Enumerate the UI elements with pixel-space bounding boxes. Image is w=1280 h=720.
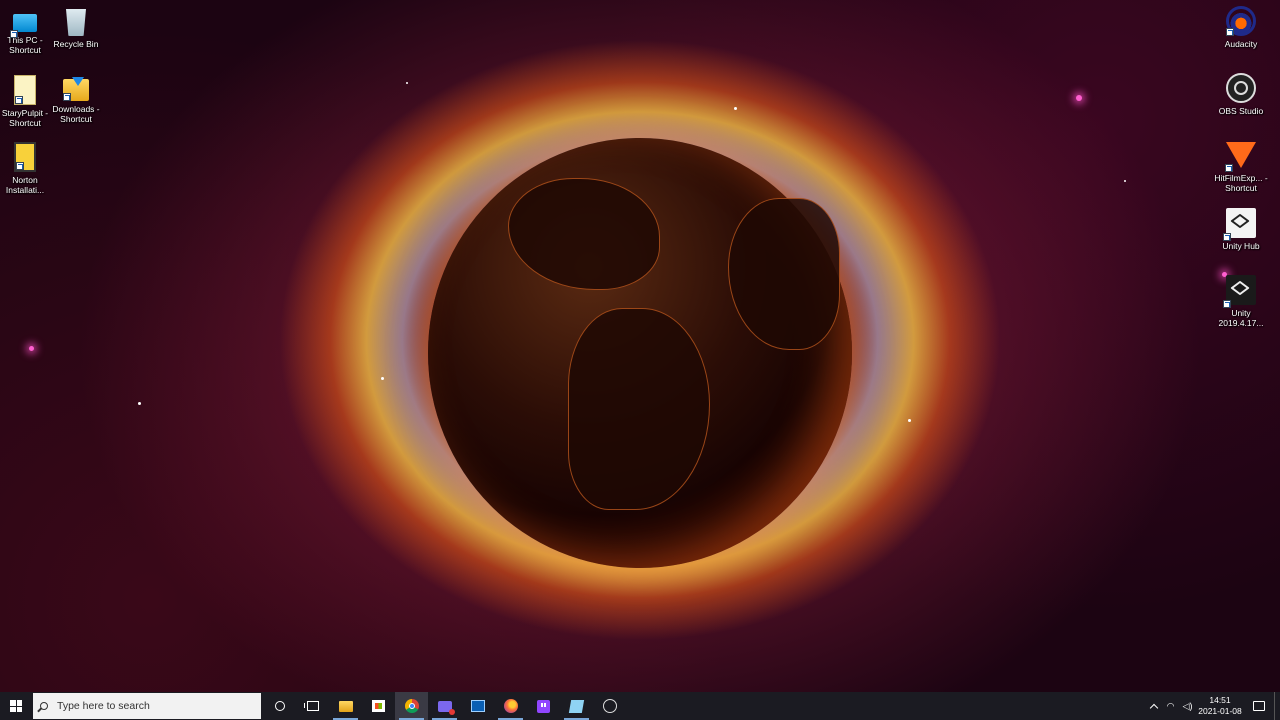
desktop-icon-downloads[interactable]: Downloads - Shortcut [46,73,106,124]
unity-hub-icon [1223,208,1256,241]
taskbar-app-hitfilm[interactable] [560,692,593,720]
windows-logo-icon [10,700,22,712]
recycle-bin-icon [66,9,86,36]
desktop-icon-norton[interactable]: Norton Installati... [0,142,55,195]
obs-icon [602,699,617,713]
shortcut-arrow-icon [1223,300,1231,308]
wallpaper-star [381,377,384,380]
desktop-icon-label: Audacity [1224,39,1258,49]
desktop-icon-label: Unity 2019.4.17... [1218,308,1264,328]
system-tray: ◠ ◁) 14:51 2021-01-08 [1145,692,1280,720]
desktop-icon-label: OBS Studio [1218,106,1264,116]
wallpaper-star [734,107,737,110]
desktop-icon-audacity[interactable]: Audacity [1211,6,1271,49]
desktop-icon-hitfilm[interactable]: HitFilmExp... - Shortcut [1211,140,1271,193]
shortcut-arrow-icon [63,93,71,101]
document-icon [14,75,36,105]
taskbar-app-twitch[interactable] [527,692,560,720]
wallpaper-star [406,82,408,84]
network-button[interactable]: ◠ [1162,692,1179,720]
shortcut-arrow-icon [15,96,23,104]
store-icon [372,700,385,712]
shortcut-arrow-icon [1225,164,1233,172]
shortcut-arrow-icon [1226,28,1234,36]
wallpaper-star [138,402,141,405]
desktop-icon-label: Recycle Bin [53,39,99,49]
taskbar-app-chrome[interactable] [395,692,428,720]
taskbar-app-obs[interactable] [593,692,626,720]
volume-button[interactable]: ◁) [1179,692,1196,720]
cortana-circle-icon [274,701,285,711]
north-america-shape [508,178,660,290]
taskbar-search-box[interactable]: Type here to search [33,693,261,719]
wallpaper-star [29,346,34,351]
desktop-icon-obs[interactable]: OBS Studio [1211,73,1271,116]
audacity-icon [1226,6,1256,36]
firefox-icon [503,699,518,713]
wallpaper-star [1124,180,1126,182]
chevron-up-icon [1149,703,1158,713]
action-center-button[interactable] [1244,692,1274,720]
show-desktop-button[interactable] [1274,692,1280,720]
hitfilm-icon [568,699,585,713]
clock-date: 2021-01-08 [1198,706,1242,716]
taskbar-app-store[interactable] [362,692,395,720]
taskbar: Type here to search ◠ ◁) 14:51 2021-01-0… [0,692,1280,720]
cortana-button[interactable] [263,692,296,720]
taskbar-clock[interactable]: 14:51 2021-01-08 [1196,695,1244,717]
ink-icon [437,700,455,715]
taskbar-app-remote-desktop[interactable] [461,692,494,720]
desktop-wallpaper [0,0,1280,692]
taskbar-app-firefox[interactable] [494,692,527,720]
file-explorer-icon [338,700,353,712]
desktop-icon-recycle-bin[interactable]: Recycle Bin [46,6,106,49]
desktop-icon-label: Unity Hub [1222,241,1260,251]
task-view-button[interactable] [296,692,329,720]
start-button[interactable] [0,692,32,720]
hitfilm-icon [1225,140,1256,172]
obs-icon [1226,73,1256,103]
wifi-icon: ◠ [1166,700,1175,711]
search-placeholder: Type here to search [57,700,150,712]
desktop-icon-label: Norton Installati... [5,175,45,195]
clock-time: 14:51 [1209,695,1231,705]
speaker-icon: ◁) [1182,700,1193,711]
downloads-folder-icon [63,77,89,101]
wallpaper-star [908,419,911,422]
notification-icon [1253,701,1265,711]
earth-planet [428,138,852,568]
this-pc-icon [10,14,37,38]
twitch-icon [537,699,550,713]
shortcut-arrow-icon [10,30,18,38]
task-view-icon [303,701,319,711]
desktop-icon-unity-hub[interactable]: Unity Hub [1211,208,1271,251]
shortcut-arrow-icon [16,162,24,170]
desktop-icon-label: Downloads - Shortcut [52,104,100,124]
shortcut-arrow-icon [1223,233,1231,241]
remote-desktop-icon [470,700,485,712]
taskbar-app-ink[interactable] [428,692,461,720]
unity-icon [1223,275,1256,308]
desktop-icon-label: HitFilmExp... - Shortcut [1214,173,1268,193]
norton-icon [14,142,36,172]
show-hidden-icons-button[interactable] [1145,692,1162,720]
desktop-icon-unity[interactable]: Unity 2019.4.17... [1211,275,1271,328]
search-icon [40,702,48,710]
south-america-shape [568,308,710,510]
chrome-icon [404,699,419,713]
africa-shape [728,198,840,350]
wallpaper-star [1076,95,1082,101]
taskbar-app-file-explorer[interactable] [329,692,362,720]
download-arrow-icon [72,77,84,86]
